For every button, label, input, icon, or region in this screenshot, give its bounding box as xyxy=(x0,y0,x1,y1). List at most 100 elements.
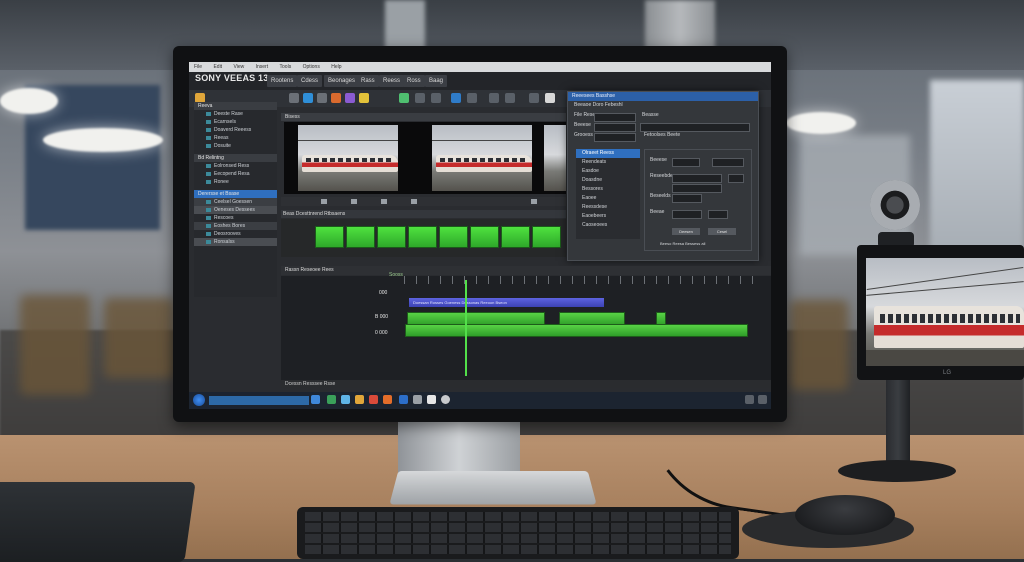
forward-icon[interactable] xyxy=(411,199,417,204)
option-input[interactable] xyxy=(672,184,722,193)
app-icon[interactable] xyxy=(369,395,378,404)
format-item[interactable]: Reendeats xyxy=(576,158,640,167)
menu-button[interactable]: Reess xyxy=(379,75,405,87)
template-select[interactable] xyxy=(594,133,636,142)
option-input[interactable] xyxy=(708,210,728,219)
menu-button[interactable]: Ross xyxy=(403,75,425,87)
video-clip[interactable] xyxy=(532,226,561,248)
media-item[interactable]: Ecarnsels xyxy=(194,118,277,126)
playhead[interactable] xyxy=(465,280,467,376)
menu-edit[interactable]: Edit xyxy=(213,64,222,70)
app-icon[interactable] xyxy=(441,395,450,404)
format-item[interactable]: Eaoee xyxy=(576,194,640,203)
media-item[interactable]: Eoshes Bores xyxy=(194,222,277,230)
video-clip[interactable] xyxy=(346,226,375,248)
app-icon[interactable] xyxy=(427,395,436,404)
format-item[interactable]: Caoseoees xyxy=(576,221,640,230)
tool-icon[interactable] xyxy=(303,93,313,103)
media-item[interactable]: Ronsalss xyxy=(194,238,277,246)
menu-button[interactable]: Cdess xyxy=(297,75,323,87)
tool-icon[interactable] xyxy=(415,93,425,103)
folder-input[interactable] xyxy=(594,123,636,132)
tool-icon[interactable] xyxy=(345,93,355,103)
video-clip[interactable] xyxy=(439,226,468,248)
taskbar-search[interactable] xyxy=(209,396,309,405)
tool-icon[interactable] xyxy=(467,93,477,103)
option-input[interactable] xyxy=(672,158,700,167)
app-icon[interactable] xyxy=(399,395,408,404)
option-input[interactable] xyxy=(672,174,722,183)
format-item[interactable]: Olraeet Reess xyxy=(576,149,640,158)
format-item[interactable]: Bessores xyxy=(576,185,640,194)
media-item[interactable]: Ronee xyxy=(194,178,277,186)
format-item[interactable]: Reessdese xyxy=(576,203,640,212)
path-input[interactable] xyxy=(640,123,750,132)
menu-options[interactable]: Options xyxy=(303,64,320,70)
option-checkbox-box[interactable] xyxy=(728,174,744,183)
media-item[interactable]: Ceelsel Goessen xyxy=(194,198,277,206)
app-icon[interactable] xyxy=(327,395,336,404)
media-item[interactable]: Reeas xyxy=(194,134,277,142)
media-item[interactable]: Deosrooves xyxy=(194,230,277,238)
tool-icon[interactable] xyxy=(359,93,369,103)
background-chair xyxy=(104,298,174,378)
dialog-button[interactable]: Deesen xyxy=(672,228,700,235)
media-item[interactable]: Rescoes xyxy=(194,214,277,222)
panel-header-selected[interactable]: Derersse et Bsase xyxy=(194,190,277,198)
start-icon[interactable] xyxy=(193,394,205,406)
video-clip[interactable] xyxy=(501,226,530,248)
app-icon[interactable] xyxy=(341,395,350,404)
tool-icon[interactable] xyxy=(289,93,299,103)
menu-tools[interactable]: Tools xyxy=(280,64,292,70)
field-label: Beasse xyxy=(642,112,659,118)
media-item[interactable]: Eolronsed Ress xyxy=(194,162,277,170)
format-item[interactable]: Easdoe xyxy=(576,167,640,176)
tool-icon[interactable] xyxy=(431,93,441,103)
tray-icon[interactable] xyxy=(758,395,767,404)
option-input[interactable] xyxy=(672,210,702,219)
video-clip[interactable] xyxy=(470,226,499,248)
tool-icon[interactable] xyxy=(489,93,499,103)
media-item[interactable]: Doaverd Reeess xyxy=(194,126,277,134)
tool-icon[interactable] xyxy=(331,93,341,103)
video-clip[interactable] xyxy=(405,324,748,337)
menu-help[interactable]: Help xyxy=(331,64,341,70)
rewind-icon[interactable] xyxy=(321,199,327,204)
option-input[interactable] xyxy=(672,194,702,203)
tool-icon[interactable] xyxy=(529,93,539,103)
menu-insert[interactable]: Insert xyxy=(256,64,269,70)
tray-icon[interactable] xyxy=(745,395,754,404)
file-name-input[interactable] xyxy=(594,113,636,122)
tool-icon[interactable] xyxy=(545,93,555,103)
menu-button[interactable]: Beonages xyxy=(324,75,360,87)
format-item[interactable]: Doasdne xyxy=(576,176,640,185)
stop-icon[interactable] xyxy=(381,199,387,204)
option-checkbox[interactable]: Fetoolses Beete xyxy=(644,132,680,139)
app-icon[interactable] xyxy=(355,395,364,404)
tool-icon[interactable] xyxy=(451,93,461,103)
video-clip[interactable] xyxy=(408,226,437,248)
media-item[interactable]: Oeneses Dessees xyxy=(194,206,277,214)
tool-icon[interactable] xyxy=(505,93,515,103)
app-icon[interactable] xyxy=(413,395,422,404)
menu-button[interactable]: Rass xyxy=(357,75,379,87)
menu-view[interactable]: View xyxy=(233,64,244,70)
tool-icon[interactable] xyxy=(317,93,327,103)
media-item[interactable]: Deeste Rase xyxy=(194,110,277,118)
media-item[interactable]: Eecopend Resa xyxy=(194,170,277,178)
tool-icon[interactable] xyxy=(399,93,409,103)
option-input[interactable] xyxy=(712,158,744,167)
video-clip[interactable] xyxy=(315,226,344,248)
dialog-button[interactable]: Cesel xyxy=(708,228,736,235)
menu-file[interactable]: File xyxy=(194,64,202,70)
menu-button[interactable]: Baag xyxy=(425,75,448,87)
video-clip[interactable] xyxy=(377,226,406,248)
play-icon[interactable] xyxy=(351,199,357,204)
format-item[interactable]: Eaoebeers xyxy=(576,212,640,221)
loop-icon[interactable] xyxy=(531,199,537,204)
media-item[interactable]: Dosuite xyxy=(194,142,277,150)
app-icon[interactable] xyxy=(383,395,392,404)
app-icon[interactable] xyxy=(311,395,320,404)
audio-clip[interactable]: Doessan Rosses Goeness Dessonas Reeoon B… xyxy=(409,298,604,307)
menu-button[interactable]: Rootens xyxy=(267,75,298,87)
